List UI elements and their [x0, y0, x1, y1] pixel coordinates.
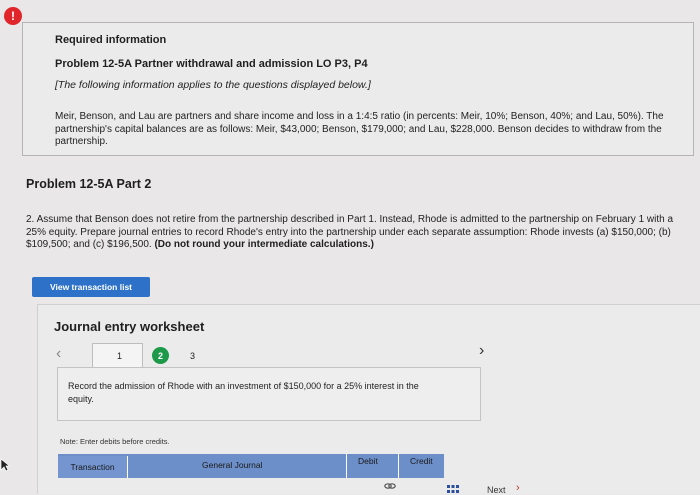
alert-icon: !: [4, 7, 22, 25]
part-heading: Problem 12-5A Part 2: [26, 177, 152, 191]
column-general-journal: General Journal: [202, 460, 263, 470]
info-title: Required information: [55, 34, 167, 46]
next-button[interactable]: Next: [487, 485, 506, 495]
worksheet-title: Journal entry worksheet: [54, 319, 205, 334]
link-icon[interactable]: [384, 481, 396, 491]
info-problem-title: Problem 12-5A Partner withdrawal and adm…: [55, 58, 368, 70]
column-transaction: Transaction: [58, 456, 128, 478]
column-divider: [398, 454, 399, 478]
chevron-left-icon[interactable]: ‹: [56, 345, 61, 363]
column-debit: Debit: [358, 456, 378, 466]
journal-table-header: Transaction General Journal Debit Credit: [58, 454, 444, 478]
step-tab-3[interactable]: 3: [190, 351, 195, 361]
entry-prompt: Record the admission of Rhode with an in…: [68, 381, 419, 404]
column-credit: Credit: [410, 456, 433, 466]
required-information-box: Required information Problem 12-5A Partn…: [22, 22, 694, 156]
journal-entry-worksheet: Journal entry worksheet ‹ 1 2 3 › Record…: [37, 304, 700, 495]
debits-credits-note: Note: Enter debits before credits.: [60, 437, 170, 446]
next-arrow-icon[interactable]: ›: [516, 482, 520, 494]
entry-prompt-box: Record the admission of Rhode with an in…: [57, 367, 481, 421]
chevron-right-icon[interactable]: ›: [479, 342, 484, 360]
mouse-cursor-icon: [0, 458, 10, 472]
step-tab-1[interactable]: 1: [117, 351, 122, 361]
step-tab-2[interactable]: 2: [152, 347, 169, 364]
question-instruction: (Do not round your intermediate calculat…: [154, 239, 374, 250]
view-transaction-list-button[interactable]: View transaction list: [32, 277, 150, 297]
column-divider: [346, 454, 347, 478]
info-body: Meir, Benson, and Lau are partners and s…: [55, 111, 664, 147]
info-note: [The following information applies to th…: [55, 79, 371, 91]
question-text: 2. Assume that Benson does not retire fr…: [26, 214, 686, 252]
